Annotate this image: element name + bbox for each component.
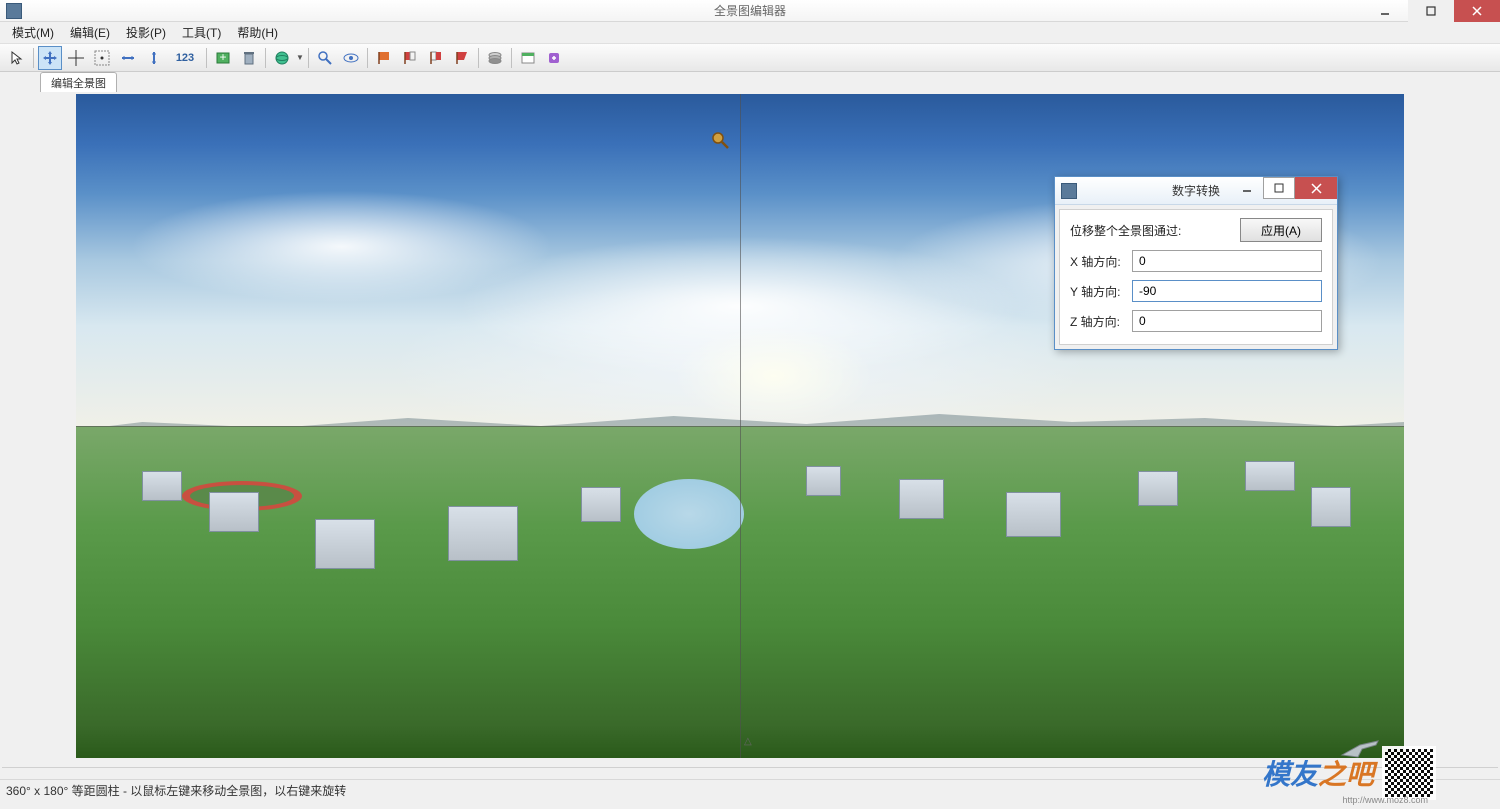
delete-mask-tool[interactable] bbox=[237, 46, 261, 70]
window-title: 全景图编辑器 bbox=[0, 2, 1500, 19]
separator bbox=[367, 48, 368, 68]
magnifier-icon bbox=[317, 50, 333, 66]
flag-1-tool[interactable] bbox=[372, 46, 396, 70]
menu-help[interactable]: 帮助(H) bbox=[229, 22, 286, 43]
numeric-icon: 123 bbox=[176, 52, 194, 64]
z-axis-input[interactable] bbox=[1132, 310, 1322, 332]
y-axis-input[interactable] bbox=[1132, 280, 1322, 302]
separator bbox=[478, 48, 479, 68]
export-icon bbox=[546, 50, 562, 66]
trash-icon bbox=[241, 50, 257, 66]
watermark: 模友 之吧 bbox=[1176, 743, 1436, 803]
crosshair-icon bbox=[68, 50, 84, 66]
add-mask-tool[interactable]: + bbox=[211, 46, 235, 70]
menu-edit[interactable]: 编辑(E) bbox=[62, 22, 118, 43]
vertical-line-tool[interactable] bbox=[142, 46, 166, 70]
dialog-body: 位移整个全景图通过: 应用(A) X 轴方向: Y 轴方向: Z 轴方向: bbox=[1059, 209, 1333, 345]
straighten-tool[interactable] bbox=[116, 46, 140, 70]
pointer-icon bbox=[9, 50, 25, 66]
flag-2-tool[interactable] bbox=[398, 46, 422, 70]
layers-icon bbox=[487, 50, 503, 66]
menu-projection[interactable]: 投影(P) bbox=[118, 22, 174, 43]
flag-red-right-icon bbox=[428, 50, 444, 66]
x-axis-input[interactable] bbox=[1132, 250, 1322, 272]
dialog-app-icon bbox=[1061, 183, 1077, 199]
magnifier-cursor-icon bbox=[710, 130, 730, 150]
mask-add-icon: + bbox=[215, 50, 231, 66]
menu-tools[interactable]: 工具(T) bbox=[174, 22, 229, 43]
menu-mode[interactable]: 模式(M) bbox=[4, 22, 62, 43]
export-tool[interactable] bbox=[542, 46, 566, 70]
numeric-transform-dialog: 数字转换 位移整个全景图通过: 应用(A) X 轴方向: Y 轴方向: Z 轴方… bbox=[1054, 176, 1338, 350]
layers-tool[interactable] bbox=[483, 46, 507, 70]
separator bbox=[308, 48, 309, 68]
watermark-url: http://www.moz8.com bbox=[1342, 795, 1428, 805]
flag-4-tool[interactable] bbox=[450, 46, 474, 70]
close-button[interactable] bbox=[1454, 0, 1500, 22]
svg-text:+: + bbox=[219, 50, 226, 64]
sphere-tool[interactable] bbox=[270, 46, 294, 70]
zoom-tool[interactable] bbox=[313, 46, 337, 70]
flag-red-skew-icon bbox=[454, 50, 470, 66]
vertical-line-icon bbox=[146, 50, 162, 66]
sphere-icon bbox=[274, 50, 290, 66]
flag-3-tool[interactable] bbox=[424, 46, 448, 70]
apply-button[interactable]: 应用(A) bbox=[1240, 218, 1322, 242]
separator bbox=[206, 48, 207, 68]
tab-bar: 编辑全景图 bbox=[0, 72, 1500, 92]
z-axis-label: Z 轴方向: bbox=[1070, 313, 1132, 330]
watermark-text-1: 模友 bbox=[1262, 753, 1318, 793]
straighten-icon bbox=[120, 50, 136, 66]
slider-handle-icon[interactable]: △ bbox=[744, 736, 752, 747]
plane-icon bbox=[1340, 737, 1380, 759]
tab-edit-panorama[interactable]: 编辑全景图 bbox=[40, 72, 117, 92]
toolbar: 123 + ▼ bbox=[0, 44, 1500, 72]
preview-tool[interactable] bbox=[339, 46, 363, 70]
dialog-title-bar[interactable]: 数字转换 bbox=[1055, 177, 1337, 205]
separator bbox=[265, 48, 266, 68]
minimize-button[interactable] bbox=[1362, 0, 1408, 22]
new-window-tool[interactable] bbox=[516, 46, 540, 70]
maximize-button[interactable] bbox=[1408, 0, 1454, 22]
window-controls bbox=[1362, 0, 1500, 22]
eye-icon bbox=[343, 50, 359, 66]
center-point-tool[interactable] bbox=[90, 46, 114, 70]
window-new-icon bbox=[520, 50, 536, 66]
menu-bar: 模式(M) 编辑(E) 投影(P) 工具(T) 帮助(H) bbox=[0, 22, 1500, 44]
center-point-icon bbox=[94, 50, 110, 66]
app-icon bbox=[6, 3, 22, 19]
crosshair-tool[interactable] bbox=[64, 46, 88, 70]
sphere-dropdown[interactable]: ▼ bbox=[295, 46, 305, 70]
move-tool[interactable] bbox=[38, 46, 62, 70]
dialog-maximize-button[interactable] bbox=[1263, 177, 1295, 199]
y-axis-label: Y 轴方向: bbox=[1070, 283, 1132, 300]
pointer-tool[interactable] bbox=[5, 46, 29, 70]
dialog-minimize-button[interactable] bbox=[1231, 177, 1263, 199]
dialog-close-button[interactable] bbox=[1295, 177, 1337, 199]
crosshair-horizontal bbox=[76, 426, 1404, 427]
title-bar: 全景图编辑器 bbox=[0, 0, 1500, 22]
numeric-tool[interactable]: 123 bbox=[168, 46, 202, 70]
move-arrows-icon bbox=[42, 50, 58, 66]
status-text: 360° x 180° 等距圆柱 - 以鼠标左键来移动全景图，以右键来旋转 bbox=[6, 784, 346, 798]
dialog-description: 位移整个全景图通过: bbox=[1070, 222, 1240, 239]
separator bbox=[33, 48, 34, 68]
qr-code-icon bbox=[1382, 746, 1436, 800]
flag-orange-icon bbox=[376, 50, 392, 66]
separator bbox=[511, 48, 512, 68]
dialog-window-controls bbox=[1231, 177, 1337, 199]
x-axis-label: X 轴方向: bbox=[1070, 253, 1132, 270]
flag-red-left-icon bbox=[402, 50, 418, 66]
